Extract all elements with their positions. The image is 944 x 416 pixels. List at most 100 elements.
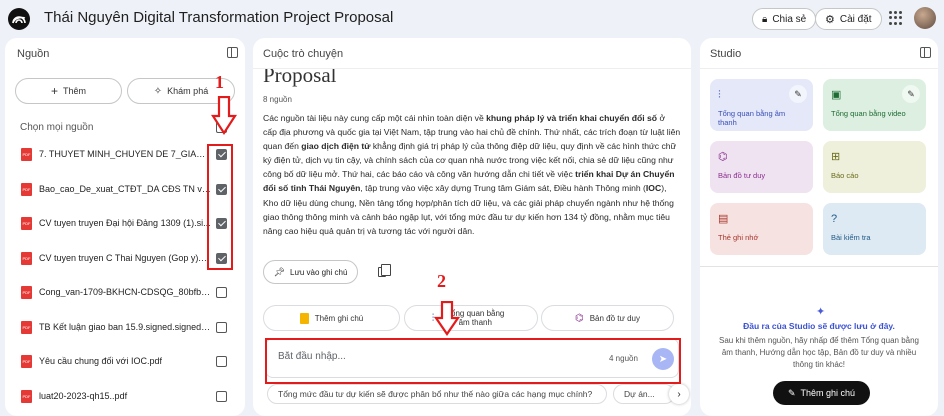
copy-icon[interactable]	[378, 264, 391, 277]
collapse-studio-icon[interactable]	[920, 47, 931, 58]
pencil-icon[interactable]: ✎	[902, 85, 920, 103]
studio-empty-desc: Sau khi thêm nguồn, hãy nhấp để thêm Tổn…	[718, 336, 919, 369]
annotation-arrow-1	[211, 96, 237, 136]
source-checkbox[interactable]	[216, 356, 227, 367]
add-note-label: Thêm ghi chú	[800, 388, 856, 398]
notebook-title[interactable]: Thái Nguyên Digital Transformation Proje…	[44, 9, 393, 26]
summary-text: Các nguồn tài liệu này cung cấp một cái …	[263, 113, 487, 123]
annotation-box-checkboxes	[207, 144, 233, 270]
doc-heading: Proposal	[263, 69, 337, 87]
lock-icon: 🔒︎	[762, 13, 768, 25]
annotation-number-2: 2	[437, 271, 446, 291]
notebooklm-logo[interactable]	[8, 8, 30, 30]
source-item[interactable]: PDF Cong_van-1709-BKHCN-CDSQG_80bfb....	[5, 282, 245, 304]
source-name: CV tuyen truyen Đại hội Đảng 1309 (1).si…	[39, 218, 211, 228]
pdf-icon: PDF	[21, 389, 32, 403]
pdf-icon: PDF	[21, 320, 32, 334]
annotation-box-input	[265, 338, 681, 384]
pdf-icon: PDF	[21, 355, 32, 368]
suggestion-chip[interactable]: Dự án...	[613, 384, 675, 404]
source-checkbox[interactable]	[216, 390, 227, 402]
studio-tile-label: Thẻ ghi nhớ	[718, 233, 759, 242]
source-count: 8 nguồn	[263, 95, 292, 104]
studio-divider-top	[700, 68, 938, 69]
summary-bold: khung pháp lý và triển khai chuyển đổi s…	[486, 113, 658, 123]
save-to-note-button[interactable]: 📌︎ Lưu vào ghi chú	[263, 260, 358, 284]
settings-button[interactable]: ⚙ Cài đặt	[815, 8, 882, 30]
magic-wand-icon: ✦	[816, 306, 826, 318]
source-item[interactable]: PDF Yêu cầu chung đối với IOC.pdf	[5, 351, 245, 373]
doc-heading-clip: Proposal	[253, 69, 691, 91]
source-item[interactable]: PDF TB Kết luận giao ban 15.9.signed.sign…	[5, 317, 245, 339]
mind-map-chip-label: Bản đồ tư duy	[589, 313, 640, 323]
source-name: Yêu cầu chung đối với IOC.pdf	[39, 356, 162, 366]
summary-bold: IOC	[645, 183, 662, 194]
sparkle-search-icon: ✧	[153, 85, 163, 97]
chevron-right-icon[interactable]: ›	[669, 384, 689, 404]
studio-tile[interactable]: ⫶ ✎ Tổng quan bằng âm thanh	[710, 79, 813, 131]
studio-tile[interactable]: ▣ ✎ Tổng quan bằng video	[823, 79, 926, 131]
summary-bold: giao dịch điện tử	[301, 141, 371, 152]
collapse-panel-icon[interactable]	[227, 47, 238, 58]
share-button[interactable]: 🔒︎ Chia sẻ	[752, 8, 817, 30]
source-name: luat20-2023-qh15..pdf	[39, 390, 128, 401]
studio-tile-label: Tổng quan bằng video	[831, 109, 906, 118]
studio-tile-label: Bản đồ tư duy	[718, 171, 766, 180]
avatar[interactable]	[914, 7, 936, 29]
add-source-button[interactable]: + Thêm	[15, 78, 122, 104]
share-label: Chia sẻ	[772, 13, 807, 25]
pin-icon: 📌︎	[273, 266, 286, 277]
pdf-icon: PDF	[21, 182, 32, 196]
pdf-icon: PDF	[21, 148, 32, 161]
source-name: CV tuyen truyen C Thai Nguyen (Gop y).p.…	[39, 252, 211, 263]
studio-tile-label: Báo cáo	[831, 171, 859, 180]
mind-map-chip[interactable]: ⌬ Bản đồ tư duy	[541, 305, 674, 331]
studio-tile[interactable]: ⊞ Báo cáo	[823, 141, 926, 193]
select-all-label: Chọn mọi nguồn	[20, 122, 94, 133]
mindmap-icon: ⌬	[718, 151, 728, 163]
studio-tile-label: Bài kiểm tra	[831, 233, 871, 242]
pencil-icon[interactable]: ✎	[789, 85, 807, 103]
annotation-number-1: 1	[215, 72, 224, 92]
pdf-icon: PDF	[21, 286, 32, 299]
apps-grid-icon[interactable]	[889, 11, 903, 25]
audio-wave-icon: ⫶	[718, 89, 721, 101]
notebook-summary: Các nguồn tài liệu này cung cấp một cái …	[263, 111, 681, 238]
summary-text: , tập trung vào việc xây dựng Trung tâm …	[360, 183, 646, 194]
settings-label: Cài đặt	[839, 13, 872, 25]
studio-tile-label: Tổng quan bằng âm thanh	[718, 109, 786, 127]
source-name: Cong_van-1709-BKHCN-CDSQG_80bfb....	[39, 287, 211, 297]
video-icon: ▣	[831, 89, 842, 101]
source-item[interactable]: PDF luat20-2023-qh15..pdf	[5, 386, 245, 408]
pdf-icon: PDF	[21, 251, 32, 265]
studio-tile[interactable]: ▤ Thẻ ghi nhớ	[710, 203, 813, 255]
pdf-icon: PDF	[21, 217, 32, 230]
report-icon: ⊞	[831, 151, 841, 163]
suggestion-chip[interactable]: Tổng mức đầu tư dự kiến sẽ được phân bổ …	[267, 384, 607, 404]
plus-icon: +	[50, 84, 58, 98]
source-name: TB Kết luận giao ban 15.9.signed.signed.…	[39, 321, 211, 332]
source-name: 7. THUYET MINH_CHUYEN DE 7_GIAO DIC...	[39, 149, 211, 159]
studio-panel: Studio ⫶ ✎ Tổng quan bằng âm thanh ▣ ✎ Tổng q…	[700, 38, 938, 416]
save-note-label: Lưu vào ghi chú	[290, 267, 348, 277]
chat-title: Cuộc trò chuyện	[263, 48, 344, 60]
mindmap-icon: ⌬	[574, 312, 584, 324]
source-checkbox[interactable]	[216, 287, 227, 298]
annotation-arrow-2	[434, 301, 460, 336]
source-checkbox[interactable]	[216, 321, 227, 333]
quiz-icon: ?	[831, 213, 838, 225]
add-note-chip-label: Thêm ghi chú	[314, 313, 364, 323]
studio-empty-title: Đầu ra của Studio sẽ được lưu ở đây.	[743, 321, 895, 331]
note-icon	[299, 312, 309, 324]
audio-overview-chip[interactable]: ⫶ Tổng quan bằng âm thanh	[404, 305, 538, 331]
studio-tile[interactable]: ? Bài kiểm tra	[823, 203, 926, 255]
top-bar: Thái Nguyên Digital Transformation Proje…	[0, 0, 944, 36]
add-note-chip[interactable]: Thêm ghi chú	[263, 305, 400, 331]
flashcard-icon: ▤	[718, 213, 729, 225]
studio-title: Studio	[710, 48, 742, 60]
studio-tile[interactable]: ⌬ Bản đồ tư duy	[710, 141, 813, 193]
add-note-button[interactable]: ✎ Thêm ghi chú	[773, 381, 870, 405]
gear-icon: ⚙	[825, 13, 835, 26]
pencil-icon: ✎	[787, 387, 796, 398]
explore-label: Khám phá	[167, 86, 209, 96]
